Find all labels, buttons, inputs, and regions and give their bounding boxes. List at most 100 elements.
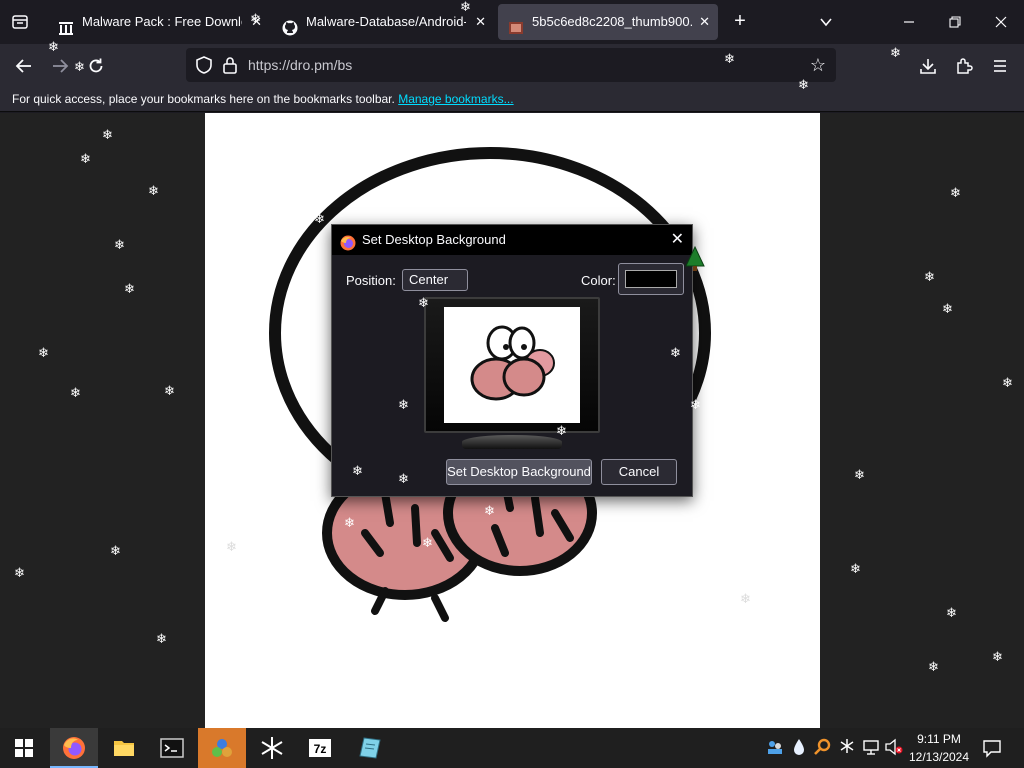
- tab-close-icon[interactable]: ✕: [475, 4, 486, 40]
- github-icon: [282, 14, 298, 36]
- search-icon[interactable]: [814, 738, 832, 758]
- snowflake-icon: ❄: [890, 45, 901, 60]
- terminal-icon: [160, 738, 184, 758]
- color-picker-button[interactable]: [618, 263, 684, 295]
- snowflake-icon: ❄: [314, 211, 325, 226]
- volume-muted-icon[interactable]: [884, 738, 903, 758]
- clock-time: 9:11 PM: [917, 732, 961, 746]
- url-text[interactable]: https://dro.pm/bs: [248, 48, 352, 82]
- app-icon: [212, 739, 232, 757]
- download-icon[interactable]: [914, 52, 942, 80]
- menu-icon[interactable]: [986, 52, 1014, 80]
- taskbar-firefox[interactable]: [50, 728, 98, 768]
- tab-list-icon[interactable]: [8, 10, 32, 34]
- snowflake-icon: ❄: [992, 649, 1003, 664]
- snowflake-icon: ❄: [924, 269, 935, 284]
- droplet-icon[interactable]: [790, 738, 808, 758]
- extensions-icon[interactable]: [950, 52, 978, 80]
- tab-strip: Malware Pack : Free Download, ✕ Malware-…: [0, 0, 1024, 44]
- start-button[interactable]: [0, 728, 48, 768]
- snowflake-icon: ❄: [14, 565, 25, 580]
- snowflake-icon: ❄: [148, 183, 159, 198]
- snowflake-icon: ❄: [942, 301, 953, 316]
- snowflake-icon: ❄: [460, 0, 471, 14]
- snowflake-icon: ❄: [950, 185, 961, 200]
- snowflake-icon: ❄: [250, 11, 261, 26]
- christmas-tree-cursor-icon: [685, 246, 705, 271]
- taskbar-notepad[interactable]: [346, 728, 394, 768]
- snowflake-app-icon: [261, 737, 283, 759]
- snowflake-icon: ❄: [850, 561, 861, 576]
- reload-icon[interactable]: [82, 52, 110, 80]
- clock[interactable]: 9:11 PM 12/13/2024: [904, 730, 974, 766]
- monitor-stand: [462, 435, 562, 449]
- preview-image: [470, 325, 555, 401]
- firefox-icon: [63, 737, 85, 759]
- tab-malware-pack[interactable]: Malware Pack : Free Download, ✕: [48, 4, 270, 40]
- dialog-title: Set Desktop Background: [362, 232, 506, 247]
- notepad-icon: [359, 737, 381, 759]
- taskbar: 7z 9:11 PM 12/13/2024: [0, 728, 1024, 768]
- tab-close-icon[interactable]: ✕: [699, 4, 710, 40]
- svg-text:7z: 7z: [314, 742, 327, 756]
- snowflake-icon: ❄: [80, 151, 91, 166]
- snowflake-icon: ❄: [422, 535, 433, 550]
- bookmarks-hint: For quick access, place your bookmarks h…: [12, 92, 395, 106]
- taskbar-terminal[interactable]: [148, 728, 196, 768]
- snowflake-icon: ❄: [670, 345, 681, 360]
- snowflake-icon: ❄: [484, 503, 495, 518]
- restore-icon[interactable]: [940, 8, 970, 36]
- snowflake-icon: ❄: [110, 543, 121, 558]
- manage-bookmarks-link[interactable]: Manage bookmarks...: [398, 92, 513, 106]
- lock-icon[interactable]: [220, 55, 240, 75]
- snowflake-icon: ❄: [124, 281, 135, 296]
- snowflake-icon: ❄: [74, 59, 85, 74]
- taskbar-snowflake-app[interactable]: [248, 728, 296, 768]
- chevron-down-icon[interactable]: [814, 10, 838, 34]
- snowflake-icon: ❄: [226, 539, 237, 554]
- shield-icon[interactable]: [194, 55, 214, 75]
- taskbar-file-explorer[interactable]: [100, 728, 148, 768]
- tab-title: Malware Pack : Free Download,: [82, 14, 242, 29]
- minimize-icon[interactable]: [894, 8, 924, 36]
- snowflake-icon: ❄: [740, 591, 751, 606]
- network-people-icon[interactable]: [766, 738, 784, 758]
- close-icon[interactable]: ✕: [671, 225, 684, 255]
- close-window-icon[interactable]: [986, 8, 1016, 36]
- tab-thumb-image[interactable]: 5b5c6ed8c2208_thumb900.web ✕: [498, 4, 718, 40]
- forward-arrow-icon[interactable]: [46, 52, 74, 80]
- snowflake-tray-icon[interactable]: [838, 738, 856, 758]
- 7zip-icon: 7z: [309, 739, 331, 757]
- snowflake-icon: ❄: [946, 605, 957, 620]
- set-desktop-background-dialog: Set Desktop Background ✕ Position: Cente…: [331, 224, 693, 497]
- snowflake-icon: ❄: [418, 295, 429, 310]
- notification-icon[interactable]: [982, 738, 1002, 758]
- cancel-button[interactable]: Cancel: [601, 459, 677, 485]
- new-tab-icon[interactable]: +: [728, 10, 752, 34]
- snowflake-icon: ❄: [352, 463, 363, 478]
- taskbar-app[interactable]: [198, 728, 246, 768]
- snowflake-icon: ❄: [164, 383, 175, 398]
- position-select[interactable]: Center: [402, 269, 468, 291]
- snowflake-icon: ❄: [690, 397, 701, 412]
- back-arrow-icon[interactable]: [10, 52, 38, 80]
- snowflake-icon: ❄: [724, 51, 735, 66]
- clock-date: 12/13/2024: [908, 750, 970, 764]
- url-bar[interactable]: https://dro.pm/bs ☆: [186, 48, 836, 82]
- set-desktop-background-button[interactable]: Set Desktop Background: [446, 459, 592, 485]
- image-icon: [508, 14, 524, 34]
- snowflake-icon: ❄: [556, 423, 567, 438]
- navigation-bar: https://dro.pm/bs ☆: [0, 44, 1024, 86]
- tab-title: Malware-Database/Android-Ma: [306, 14, 466, 29]
- taskbar-7zip[interactable]: 7z: [296, 728, 344, 768]
- snowflake-icon: ❄: [344, 515, 355, 530]
- position-label: Position:: [346, 273, 396, 288]
- dialog-titlebar: Set Desktop Background ✕: [332, 225, 692, 255]
- snowflake-icon: ❄: [70, 385, 81, 400]
- archive-icon: [58, 14, 74, 35]
- screen: Malware Pack : Free Download, ✕ Malware-…: [0, 0, 1024, 768]
- snowflake-icon: ❄: [854, 467, 865, 482]
- network-icon[interactable]: [862, 738, 880, 758]
- bookmark-star-icon[interactable]: ☆: [806, 53, 830, 77]
- snowflake-icon: ❄: [928, 659, 939, 674]
